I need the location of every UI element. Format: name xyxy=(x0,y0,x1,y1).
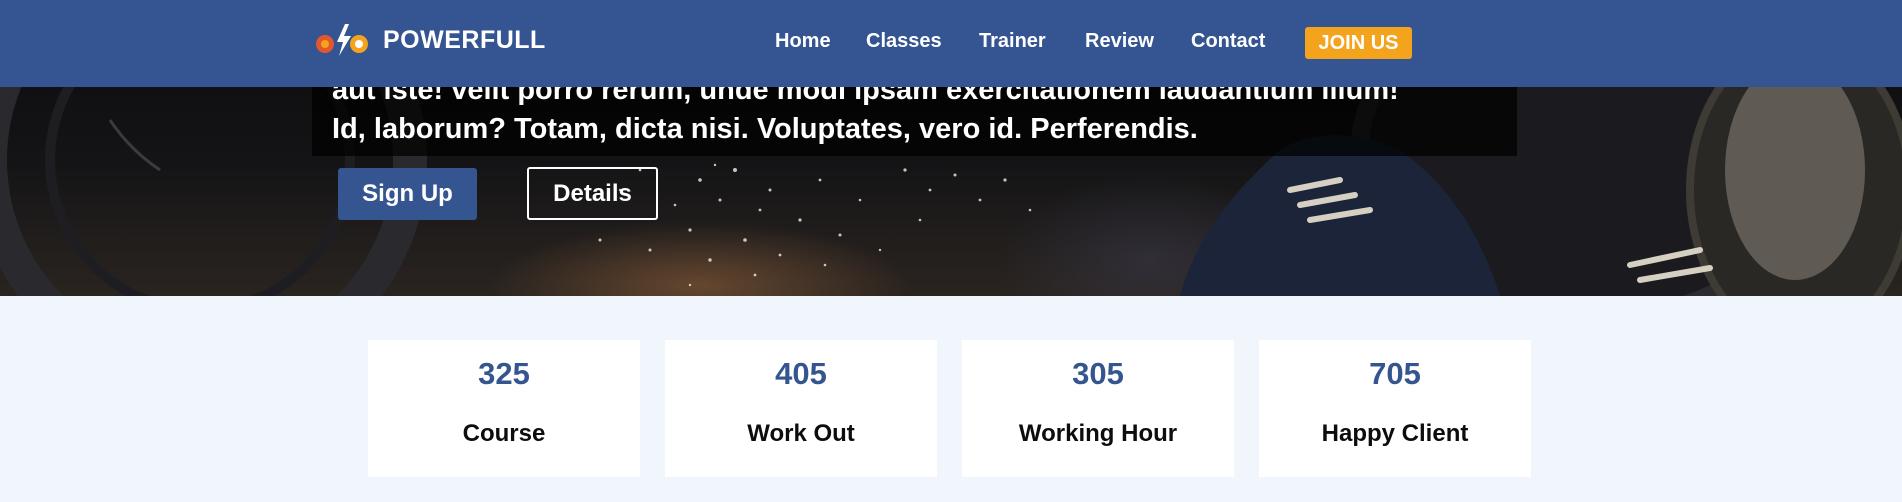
join-us-button[interactable]: JOIN US xyxy=(1305,27,1412,59)
sign-up-button[interactable]: Sign Up xyxy=(338,168,477,220)
dumbbell-lightning-icon xyxy=(316,24,368,56)
nav-link-contact[interactable]: Contact xyxy=(1191,30,1265,53)
hero-text-line-2: Id, laborum? Totam, dicta nisi. Voluptat… xyxy=(332,113,1198,145)
stat-label: Working Hour xyxy=(1018,420,1178,447)
stat-label: Happy Client xyxy=(1321,420,1469,447)
navbar: POWERFULL Home Classes Trainer Review Co… xyxy=(0,0,1902,87)
brand-name: POWERFULL xyxy=(383,25,546,54)
brand-logo[interactable]: POWERFULL xyxy=(315,22,546,58)
stat-card-course: 325 Course xyxy=(368,340,640,477)
stat-card-happy-client: 705 Happy Client xyxy=(1259,340,1531,477)
stat-card-working-hour: 305 Working Hour xyxy=(962,340,1234,477)
details-button[interactable]: Details xyxy=(527,167,658,220)
nav-link-trainer[interactable]: Trainer xyxy=(979,30,1046,53)
stat-number: 705 xyxy=(1369,356,1421,391)
stat-number: 405 xyxy=(775,356,827,391)
stat-label: Work Out xyxy=(747,420,855,447)
stat-number: 325 xyxy=(478,356,530,391)
nav-link-review[interactable]: Review xyxy=(1085,30,1154,53)
nav-link-classes[interactable]: Classes xyxy=(866,30,942,53)
stat-number: 305 xyxy=(1072,356,1124,391)
nav-link-home[interactable]: Home xyxy=(775,30,831,53)
stat-card-work-out: 405 Work Out xyxy=(665,340,937,477)
stat-label: Course xyxy=(462,420,546,447)
